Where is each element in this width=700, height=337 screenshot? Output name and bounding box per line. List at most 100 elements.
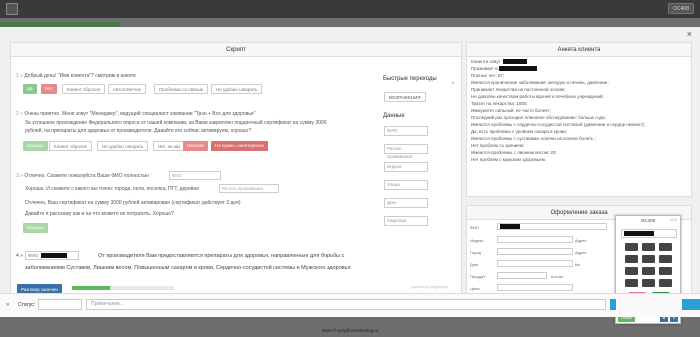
anketa-line: Имеются проблемы с суставами: колени на … — [471, 136, 596, 141]
question-3-line-4: Давайте я расскажу как и на что можете и… — [25, 211, 174, 217]
script-title: Скрипт — [11, 43, 461, 57]
fio-input-q4[interactable]: ФИО — [25, 251, 79, 260]
data-house-field[interactable]: Дом — [384, 198, 428, 208]
data-region-field[interactable]: Регион проживания — [384, 144, 428, 159]
dial-key-hash[interactable] — [659, 279, 672, 287]
note-input[interactable]: Примечание... — [86, 299, 606, 310]
anketa-line: Полных лет: 57; — [471, 73, 505, 78]
progress-bar — [72, 286, 174, 290]
script-modal: × Скрипт 1 » Добрый день! "Имя клиента"?… — [0, 27, 700, 317]
inconvenient-button[interactable]: Не удобно говорить — [211, 84, 263, 94]
question-number: 1 » — [16, 73, 23, 79]
data-apartment-field[interactable]: Квартира — [384, 216, 428, 226]
dial-key-5[interactable] — [642, 255, 655, 263]
operator-badge[interactable]: OC408 — [668, 3, 694, 14]
dial-key-8[interactable] — [642, 267, 655, 275]
connection-problem-button[interactable]: Проблемы со связью — [154, 84, 209, 94]
client-dropped-button[interactable]: Клиент сбросил — [62, 84, 106, 94]
order-product-select[interactable] — [497, 272, 547, 279]
anketa-line: Имеются хронические заболевания: желудок… — [471, 80, 610, 85]
order-house-label: Дом — [470, 262, 478, 267]
question-number: 2 » — [16, 111, 23, 117]
ok-button[interactable]: Хорошо — [23, 223, 48, 233]
anketa-line: Последний раз проходил плановое обследов… — [471, 115, 606, 120]
dial-key-9[interactable] — [659, 267, 672, 275]
ok-button[interactable]: Хорошо — [23, 141, 48, 151]
client-name-label: Клиента зовут: — [471, 59, 502, 64]
question-4-line-2: заболеваниями Суставов, Лишним весом, По… — [25, 265, 351, 271]
client-location-line: Проживает в — [471, 66, 537, 72]
question-3: 3 » Отлично. Скажите пожалуйста Ваше ФИО… — [16, 173, 149, 179]
softphone-version: v2.0 — [670, 218, 677, 222]
anketa-line: Нет проблем со зрением; — [471, 143, 525, 148]
anketa-line: Имеются проблемы с сердечно-сосудистой с… — [471, 122, 646, 127]
order-index-input[interactable] — [497, 236, 573, 243]
menu-square-icon[interactable] — [6, 3, 18, 15]
question-text: Добрый день! "Имя клиента"? смотрим в ан… — [24, 73, 136, 79]
anketa-line: Имеются проблемы с лишним весом: 20; — [471, 150, 557, 155]
anketa-line: Нет проблем с мужским здоровьем. — [471, 157, 546, 162]
order-apt-label: Кв. — [575, 262, 581, 267]
order-address-label: Адрес — [575, 238, 587, 243]
side-close-icon[interactable]: × — [451, 81, 455, 87]
order-house-input[interactable] — [497, 260, 573, 267]
redacted-location — [498, 66, 537, 72]
order-price-input[interactable] — [497, 284, 573, 291]
client-profile-panel: Анкета клиента Клиента зовут: Проживает … — [466, 42, 692, 197]
footer-copyright: 2020 © scriptformarketing.ru — [321, 328, 379, 333]
powered-by: powered by Magicscript — [411, 285, 448, 289]
status-select[interactable] — [38, 299, 82, 310]
question-4-number: 4 » — [16, 253, 23, 259]
redacted-name — [503, 59, 528, 65]
region-input[interactable]: Регион проживания — [219, 184, 279, 193]
submit-button[interactable] — [682, 299, 700, 310]
quick-nav-title: Быстрые переходы — [383, 76, 437, 82]
question-4-line-1: От производителя Вам предоставляются пре… — [98, 253, 345, 259]
question-2-line-2: За успешное прохождение Федерального опр… — [25, 120, 327, 126]
dial-key-4[interactable] — [625, 255, 638, 263]
fio-placeholder: ФИО — [28, 253, 39, 258]
status-label: Статус: — [18, 302, 36, 308]
client-dropped-button[interactable]: Клиент сбросил — [49, 141, 93, 151]
inconvenient-button[interactable]: Не удобно говорить — [97, 141, 149, 151]
client-profile-title: Анкета клиента — [467, 43, 691, 57]
not-us-button[interactable]: Нет, не мы — [153, 141, 186, 151]
data-street-field[interactable]: Улица — [384, 180, 428, 190]
answer-no-button[interactable]: Нет — [41, 84, 57, 94]
phone-number-field[interactable] — [621, 229, 677, 238]
data-fio-field[interactable]: ФИО — [384, 126, 428, 136]
order-fio-input[interactable] — [497, 223, 607, 230]
dial-key-1[interactable] — [625, 243, 638, 251]
save-button[interactable] — [610, 299, 616, 310]
status-bar: » Статус: Примечание... — [0, 293, 700, 317]
order-city-label: Город — [470, 250, 481, 255]
question-text: Очень приятно. Меня зовут "Менеджер", ве… — [24, 111, 256, 117]
dial-key-0[interactable] — [642, 279, 655, 287]
objections-button[interactable]: ВОЗРАЖЕНИЯ — [384, 92, 426, 102]
order-fio-label: ФИО — [470, 225, 480, 230]
data-index-field[interactable]: Индекс — [384, 162, 428, 172]
answer-yes-button[interactable]: Да — [23, 84, 37, 94]
answering-machine-button[interactable]: Автоответчик — [108, 84, 146, 94]
order-price-label: Цена — [470, 286, 480, 291]
fio-input[interactable]: ФИО — [169, 171, 221, 180]
order-qty-label: Кол-во — [551, 274, 564, 279]
chevron-icon[interactable]: » — [6, 302, 9, 308]
order-city-input[interactable] — [497, 248, 573, 255]
close-icon[interactable]: × — [687, 29, 692, 39]
question-2: 2 » Очень приятно. Меня зовут "Менеджер"… — [16, 111, 255, 117]
dial-key-star[interactable] — [625, 279, 638, 287]
progress-fill — [72, 286, 110, 290]
negative-button[interactable]: Негатив — [183, 141, 208, 151]
dial-key-7[interactable] — [625, 267, 638, 275]
anketa-line: Принимает лекарства на постоянной основе… — [471, 87, 566, 92]
top-toolbar: OC408 — [0, 0, 700, 18]
not-interested-button[interactable]: Не нужно, неинтересно — [211, 141, 269, 151]
dial-key-6[interactable] — [659, 255, 672, 263]
dial-key-2[interactable] — [642, 243, 655, 251]
question-number: 3 » — [16, 173, 23, 179]
script-panel: Скрипт 1 » Добрый день! "Имя клиента"? с… — [10, 42, 462, 312]
redacted-name — [500, 224, 520, 230]
anketa-line: Тратит на лекарства: 1000; — [471, 101, 528, 106]
dial-key-3[interactable] — [659, 243, 672, 251]
